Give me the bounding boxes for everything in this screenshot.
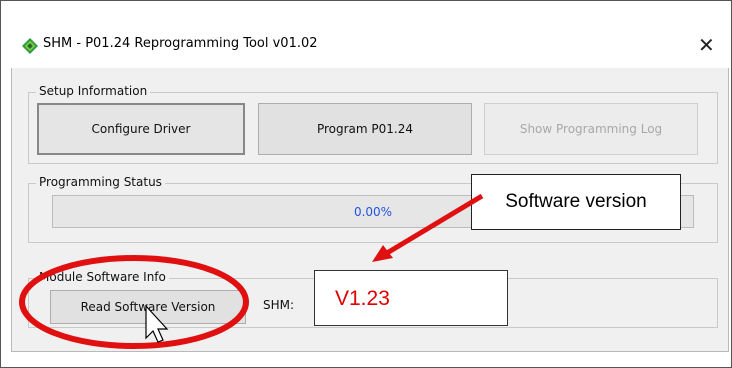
highlight-ellipse <box>19 255 249 349</box>
annotation-arrow <box>385 193 484 256</box>
mouse-pointer-icon <box>145 304 169 343</box>
annotation-overlay <box>19 193 484 349</box>
